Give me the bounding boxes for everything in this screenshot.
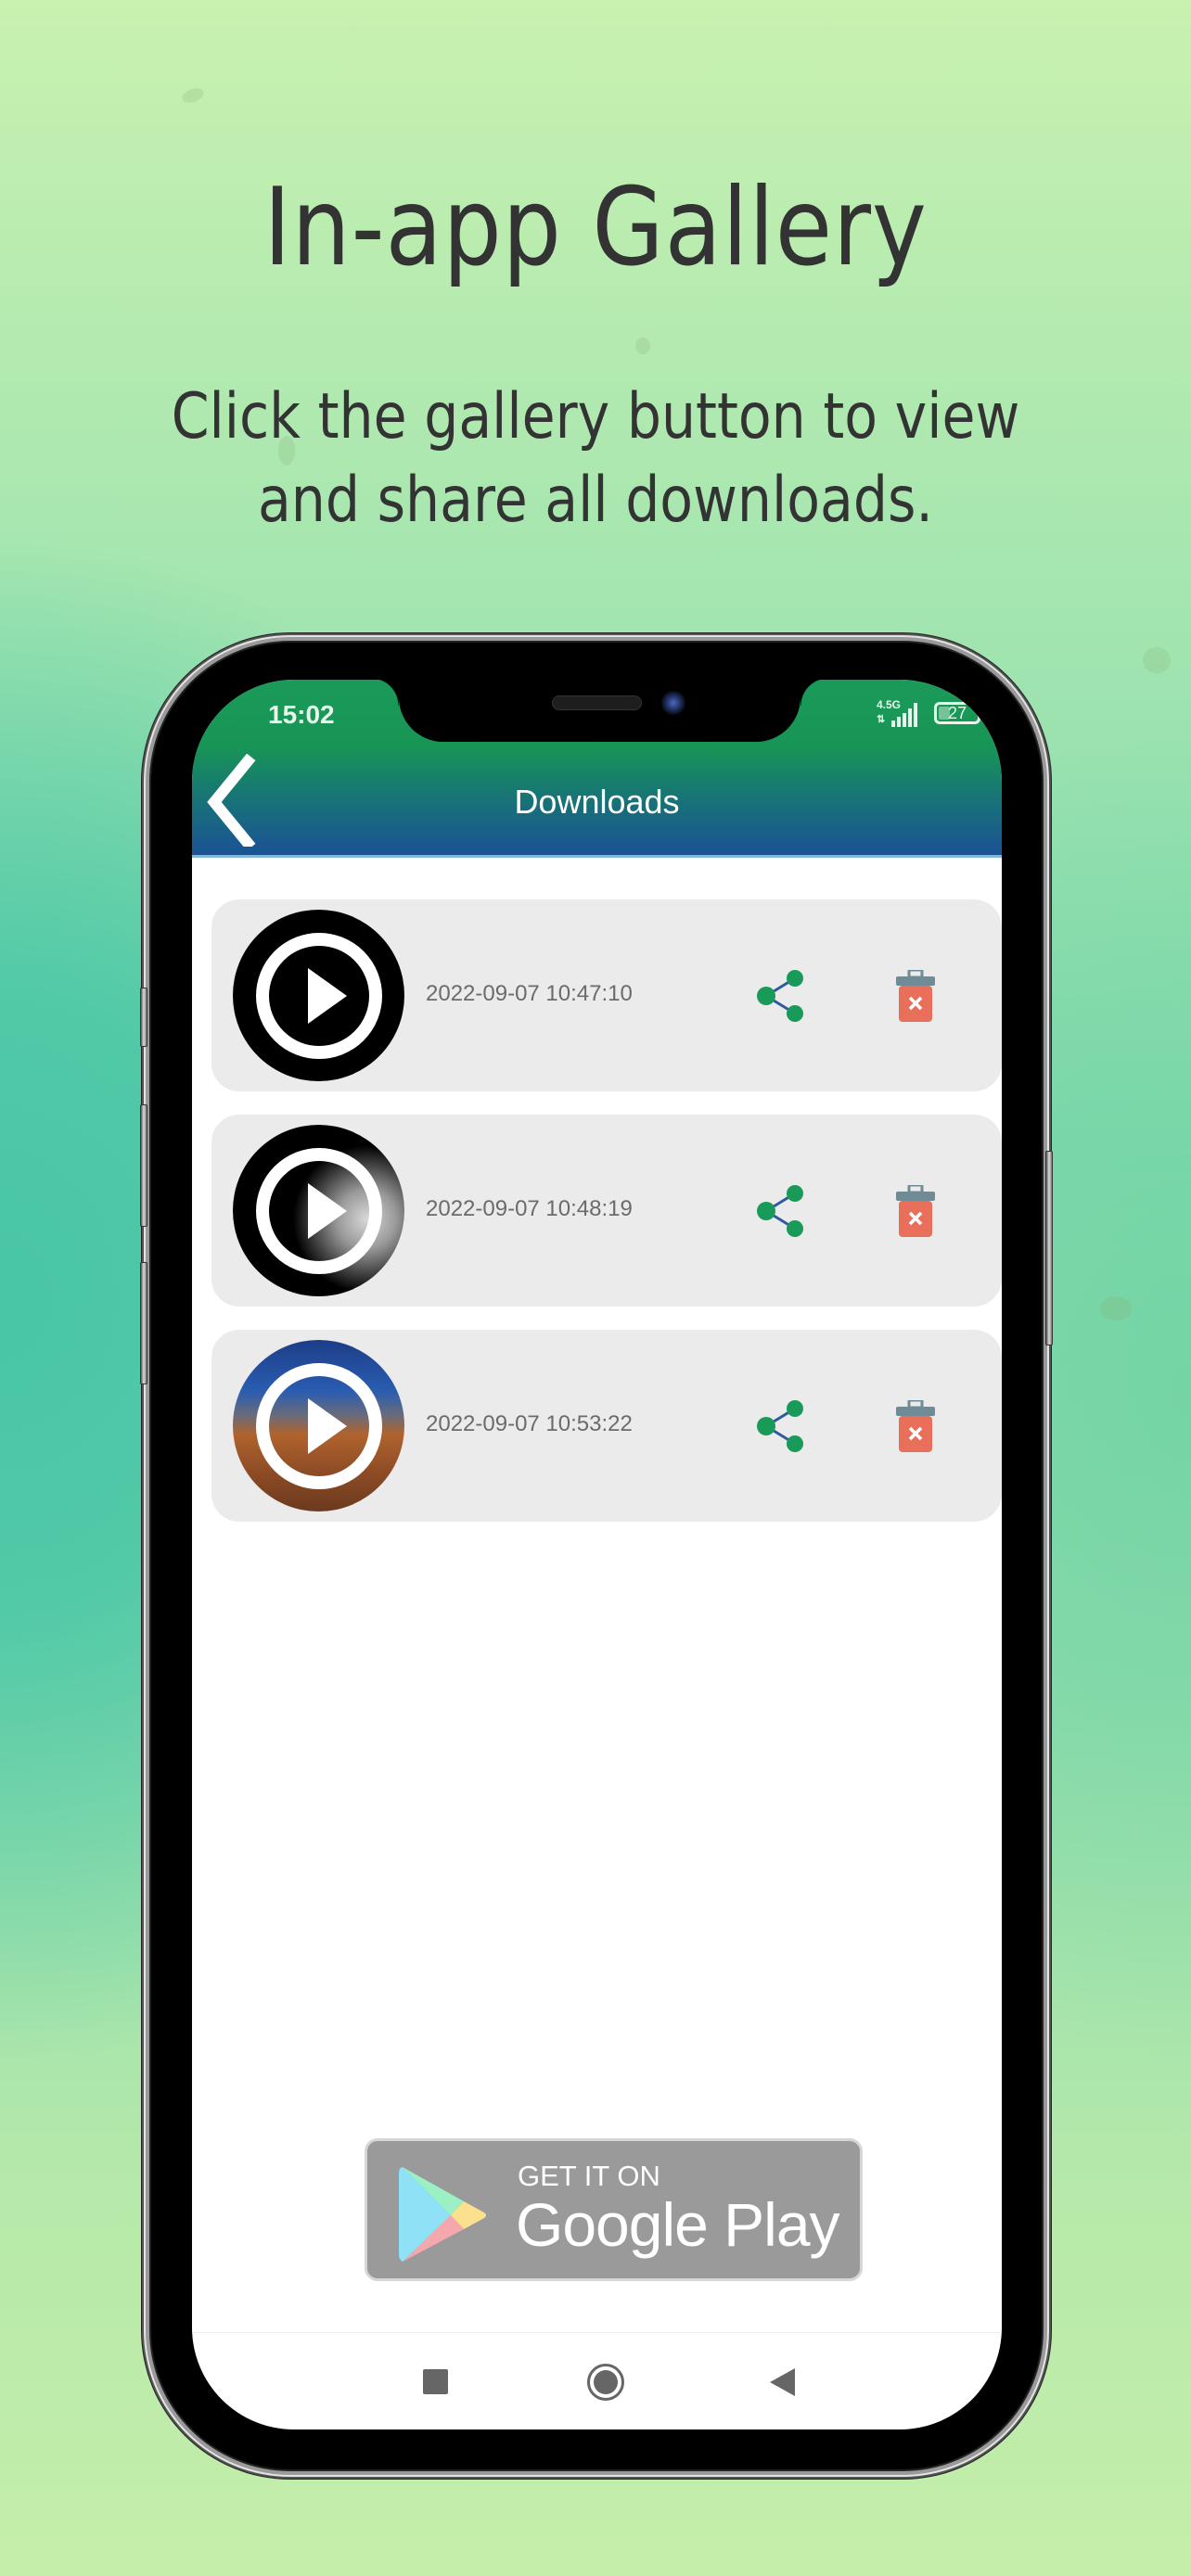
delete-button[interactable] <box>895 1398 936 1452</box>
phone-power-button <box>1045 1151 1053 1345</box>
system-nav-bar <box>192 2333 1002 2429</box>
share-icon <box>757 970 803 1022</box>
phone-notch <box>371 680 828 742</box>
play-icon <box>307 967 347 1024</box>
recent-apps-square-icon[interactable] <box>423 2369 448 2394</box>
download-timestamp: 2022-09-07 10:47:10 <box>426 981 633 1006</box>
background-blob <box>635 338 650 354</box>
phone-screen: 15:02 4.5G ⇅ 27 Downloads 2022-09-07 10:… <box>192 680 1002 2429</box>
signal-bar <box>891 721 895 727</box>
download-timestamp: 2022-09-07 10:48:19 <box>426 1196 633 1221</box>
phone-frame: 15:02 4.5G ⇅ 27 Downloads 2022-09-07 10:… <box>140 643 1053 2469</box>
status-time: 15:02 <box>268 700 335 729</box>
play-icon <box>307 1397 347 1454</box>
background-blob <box>1143 647 1171 673</box>
network-indicator: 4.5G ⇅ <box>877 697 923 729</box>
downloads-list: 2022-09-07 10:47:10 2022-09-07 10:48:19 … <box>211 899 1002 1545</box>
phone-volume-up-button <box>140 1104 147 1227</box>
signal-bar <box>897 717 901 727</box>
phone-volume-down-button <box>140 1262 147 1384</box>
badge-line1: GET IT ON <box>518 2160 660 2192</box>
page-title: Downloads <box>514 783 680 821</box>
download-item[interactable]: 2022-09-07 10:47:10 <box>211 899 1002 1091</box>
trash-x-icon <box>896 968 935 1022</box>
share-button[interactable] <box>755 1399 807 1453</box>
promo-title: In-app Gallery <box>263 165 928 290</box>
download-item[interactable]: 2022-09-07 10:53:22 <box>211 1330 1002 1522</box>
promo-subtitle: Click the gallery button to view and sha… <box>83 376 1108 542</box>
signal-bar <box>914 703 917 727</box>
phone-side-button <box>140 988 147 1047</box>
earpiece-speaker <box>552 695 642 710</box>
share-icon <box>757 1185 803 1237</box>
data-arrows-icon: ⇅ <box>877 714 886 725</box>
promo-subtitle-line2: and share all downloads. <box>257 464 934 537</box>
home-circle-icon[interactable] <box>587 2364 624 2401</box>
status-icons: 4.5G ⇅ 27 <box>877 696 980 730</box>
background-blob <box>1100 1296 1132 1320</box>
download-item[interactable]: 2022-09-07 10:48:19 <box>211 1115 1002 1307</box>
battery-level: 27 <box>947 704 967 722</box>
download-timestamp: 2022-09-07 10:53:22 <box>426 1411 633 1436</box>
share-button[interactable] <box>755 1184 807 1238</box>
delete-button[interactable] <box>895 1183 936 1237</box>
front-camera <box>661 691 685 715</box>
background-blob <box>180 85 206 106</box>
share-icon <box>757 1400 803 1452</box>
trash-x-icon <box>896 1183 935 1237</box>
video-thumbnail[interactable] <box>233 1125 404 1296</box>
share-button[interactable] <box>755 969 807 1023</box>
delete-button[interactable] <box>895 968 936 1022</box>
video-thumbnail[interactable] <box>233 910 404 1081</box>
back-triangle-icon[interactable] <box>770 2368 795 2396</box>
play-icon <box>307 1182 347 1239</box>
google-play-logo-icon <box>399 2167 486 2262</box>
battery-icon: 27 <box>934 702 980 724</box>
google-play-badge[interactable]: GET IT ON Google Play <box>365 2138 863 2281</box>
trash-x-icon <box>896 1398 935 1452</box>
signal-bar <box>903 713 906 727</box>
signal-bar <box>908 708 912 727</box>
badge-line2: Google Play <box>516 2190 840 2259</box>
promo-subtitle-line1: Click the gallery button to view <box>171 380 1020 453</box>
signal-bars-icon <box>891 703 917 727</box>
video-thumbnail[interactable] <box>233 1340 404 1511</box>
